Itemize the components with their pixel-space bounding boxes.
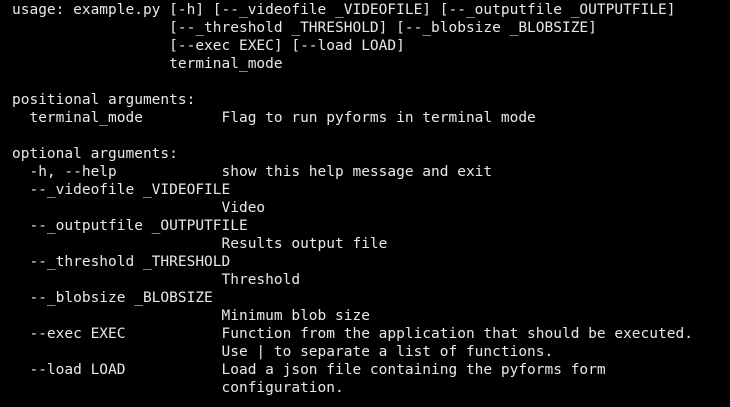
argument-blobsize-description: Minimum blob size: [12, 308, 370, 324]
usage-continuation-line: [--_threshold _THRESHOLD] [--_blobsize _…: [12, 20, 597, 36]
argument-outputfile: --_outputfile _OUTPUTFILE: [12, 218, 248, 234]
optional-arguments-heading: optional arguments:: [12, 146, 178, 162]
argument-videofile-description: Video: [12, 200, 266, 216]
argument-threshold: --_threshold _THRESHOLD: [12, 254, 231, 270]
argument-load: --load LOAD Load a json file containing …: [12, 362, 606, 378]
argument-load-description-continued: configuration.: [12, 380, 344, 396]
usage-continuation-line: terminal_mode: [12, 56, 283, 72]
argument-exec: --exec EXEC Function from the applicatio…: [12, 326, 693, 342]
argument-threshold-description: Threshold: [12, 272, 301, 288]
usage-continuation-line: [--exec EXEC] [--load LOAD]: [12, 38, 405, 54]
argument-terminal-mode: terminal_mode Flag to run pyforms in ter…: [12, 110, 536, 126]
argument-videofile: --_videofile _VIDEOFILE: [12, 182, 231, 198]
usage-line: usage: example.py [-h] [--_videofile _VI…: [12, 2, 676, 18]
positional-arguments-heading: positional arguments:: [12, 92, 196, 108]
argument-help: -h, --help show this help message and ex…: [12, 164, 493, 180]
argument-outputfile-description: Results output file: [12, 236, 388, 252]
terminal-output[interactable]: usage: example.py [-h] [--_videofile _VI…: [12, 1, 730, 407]
argument-exec-description-continued: Use | to separate a list of functions.: [12, 344, 554, 360]
argument-blobsize: --_blobsize _BLOBSIZE: [12, 290, 213, 306]
